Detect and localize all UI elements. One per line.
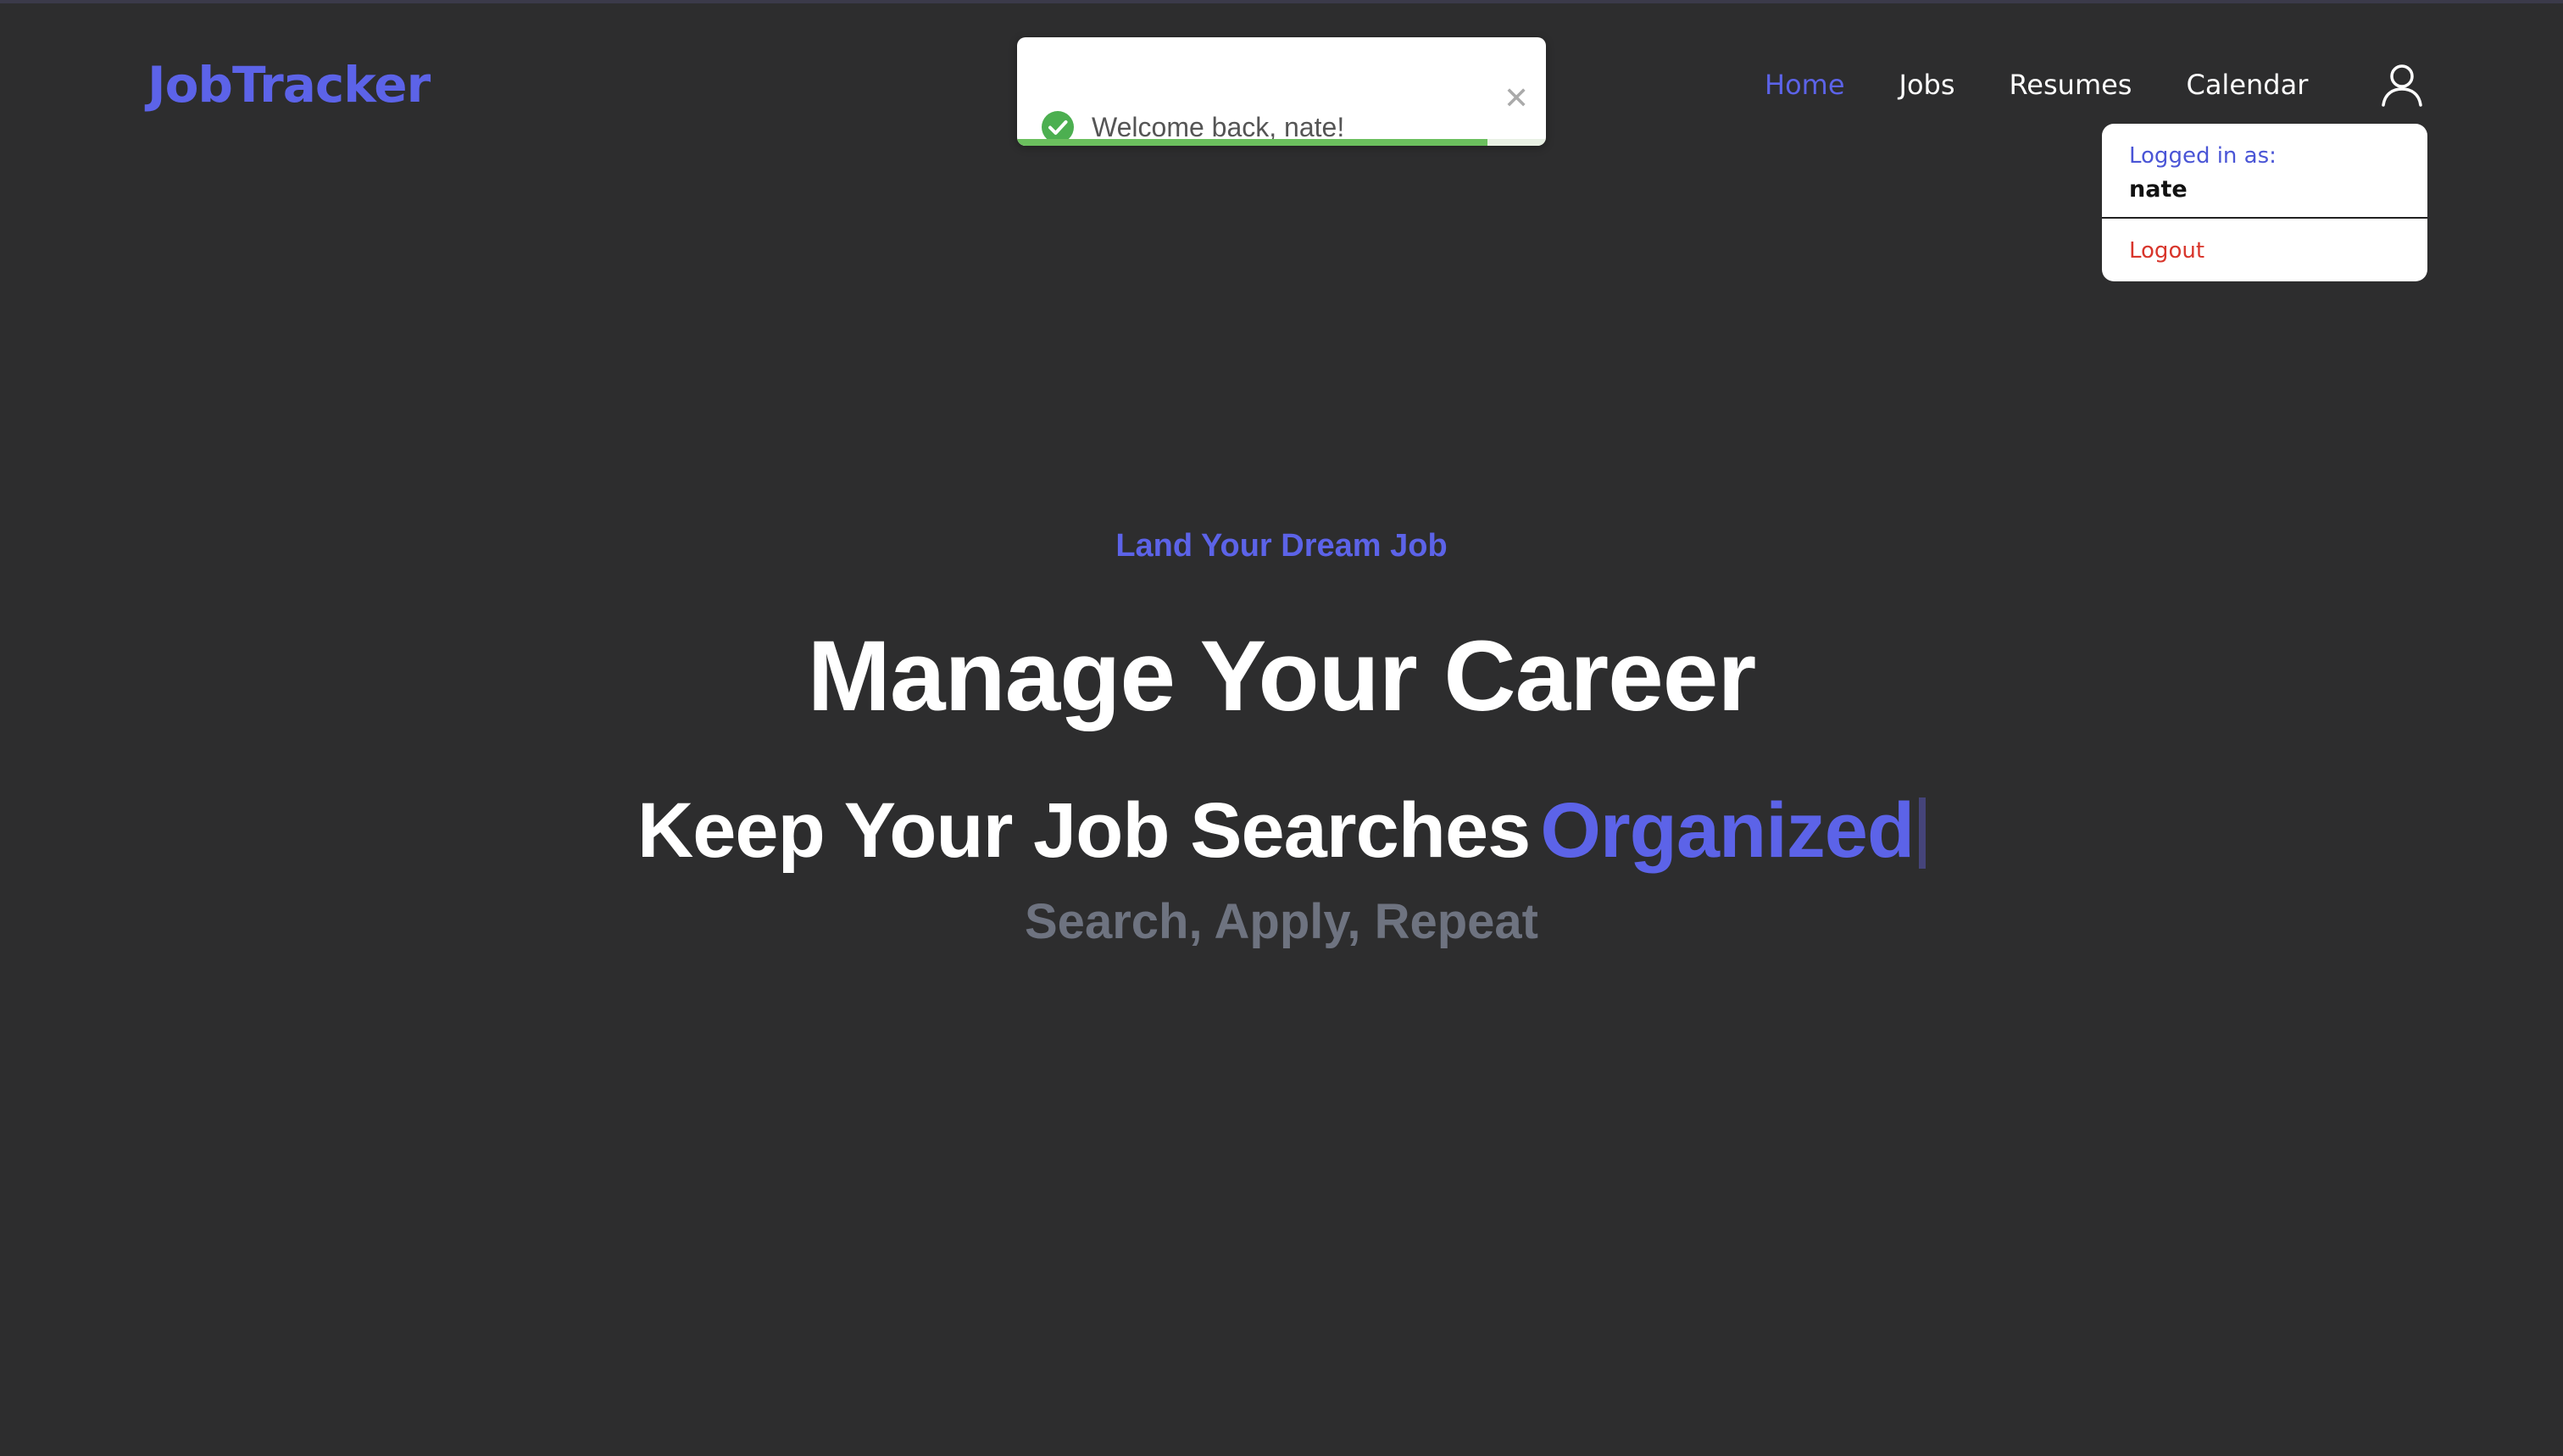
welcome-toast: Welcome back, nate! ✕: [1017, 37, 1546, 146]
hero-headline: Manage Your Career: [807, 620, 1757, 732]
hero-tagline: Search, Apply, Repeat: [1025, 894, 1538, 949]
logged-in-label: Logged in as:: [2129, 143, 2277, 169]
nav-item-calendar[interactable]: Calendar: [2186, 61, 2308, 108]
typing-caret: [1919, 797, 1926, 869]
toast-progress-bar: [1017, 139, 1488, 146]
nav-item-resumes[interactable]: Resumes: [2010, 61, 2132, 108]
user-menu-dropdown: Logged in as: nate Logout: [2102, 124, 2427, 281]
hero-subheadline: Keep Your Job Searches Organized: [0, 780, 2563, 881]
logout-button[interactable]: Logout: [2129, 236, 2204, 266]
divider: [2102, 217, 2427, 219]
hero-eyebrow: Land Your Dream Job: [1115, 528, 1448, 564]
main-nav: Home Jobs Resumes Calendar: [1765, 61, 2308, 108]
user-icon[interactable]: [2378, 61, 2426, 108]
nav-item-home[interactable]: Home: [1765, 61, 1845, 108]
username: nate: [2129, 176, 2188, 203]
subheadline-rotating-word: Organized: [1540, 787, 1915, 874]
toast-progress-track: [1017, 139, 1546, 146]
close-icon[interactable]: ✕: [1504, 81, 1529, 115]
subheadline-static: Keep Your Job Searches: [637, 787, 1531, 874]
brand-logo[interactable]: JobTracker: [147, 49, 431, 120]
nav-item-jobs[interactable]: Jobs: [1899, 61, 1955, 108]
